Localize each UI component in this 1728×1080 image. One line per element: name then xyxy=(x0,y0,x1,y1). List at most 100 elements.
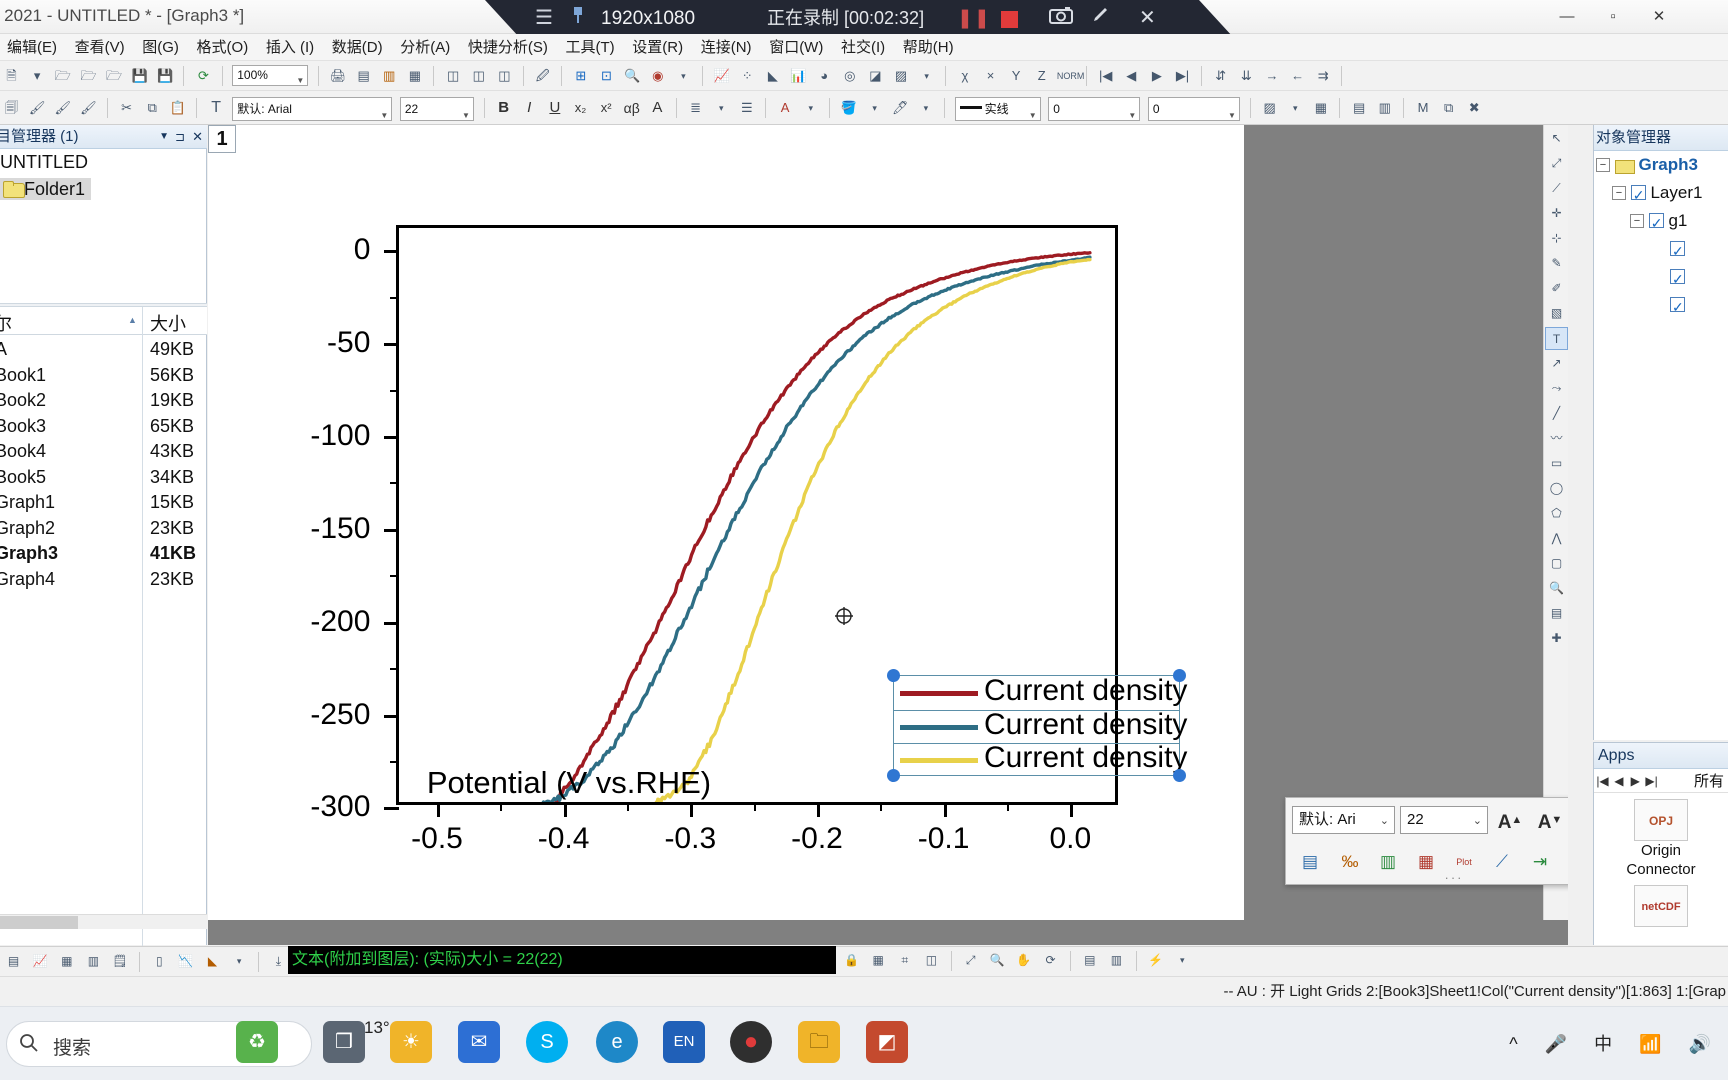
zoom-fit-icon[interactable]: 🔍 xyxy=(987,949,1008,972)
move-left-icon[interactable]: ← xyxy=(1287,64,1308,88)
pattern-combo[interactable]: 0 ▼ xyxy=(1147,97,1240,121)
next-frame-icon[interactable]: ▶ xyxy=(1146,64,1167,88)
matrix-icon[interactable]: M xyxy=(1413,96,1434,120)
close-icon[interactable]: ✕ xyxy=(192,125,203,149)
apps-next-page-icon[interactable]: ▶ xyxy=(1629,769,1642,793)
legend-entry[interactable]: Current density xyxy=(894,708,1187,744)
italic-button[interactable]: I xyxy=(519,96,540,120)
rescale-icon[interactable]: ⤢ xyxy=(960,949,981,972)
menu-item-graph[interactable]: 图(G) xyxy=(135,34,186,61)
freehand-tool-icon[interactable]: 〰 xyxy=(1545,427,1568,450)
arrange-icon[interactable]: ▥ xyxy=(1106,949,1127,972)
line-tool-icon[interactable]: ⟋ xyxy=(1486,846,1518,878)
layer-icon[interactable]: ◫ xyxy=(921,949,942,972)
list-item-selected[interactable]: Graph3 41KB xyxy=(0,541,207,567)
ime-mode-icon[interactable]: 中 xyxy=(1583,1020,1623,1068)
object-node-plot-2[interactable] xyxy=(1594,263,1728,293)
text-tool-icon[interactable]: T xyxy=(206,96,227,120)
apply-format-icon[interactable]: 🖌 xyxy=(52,96,73,120)
align-text-icon[interactable]: ≣ xyxy=(685,96,706,120)
taskbar-file-explorer[interactable]: 🗀 xyxy=(790,1014,848,1072)
chevron-down-icon[interactable]: ▾ xyxy=(229,950,250,973)
volume-icon[interactable]: 🔊 xyxy=(1678,1020,1722,1068)
column-plot-icon[interactable]: 📊 xyxy=(788,64,809,88)
taskbar-mail[interactable]: ✉ xyxy=(450,1014,508,1072)
more-options-icon[interactable]: ▾ xyxy=(1172,949,1193,972)
table-icon[interactable]: ▦ xyxy=(404,64,425,88)
resize-handle-bottom-right[interactable] xyxy=(1173,769,1186,782)
list-item[interactable]: Book3 65KB xyxy=(0,414,207,440)
apps-prev-page-icon[interactable]: ◀ xyxy=(1612,769,1625,793)
stack-icon[interactable]: ▤ xyxy=(1079,949,1100,972)
expander-icon[interactable]: − xyxy=(1630,214,1644,228)
list-item[interactable]: Graph4 23KB xyxy=(0,567,207,593)
indent-icon[interactable]: ⇥ xyxy=(1524,846,1556,878)
taskbar-recycle-bin[interactable]: ♻ xyxy=(228,1014,286,1072)
recorder-pause-button[interactable]: ❚❚ xyxy=(957,0,991,37)
visibility-checkbox[interactable] xyxy=(1670,293,1685,321)
import-icon[interactable]: 🗁 xyxy=(104,64,125,88)
chevron-down-icon[interactable]: ▾ xyxy=(915,96,936,120)
x-axis-title[interactable]: Potential (V vs.RHE) xyxy=(427,765,711,801)
menu-item-edit[interactable]: 编辑(E) xyxy=(0,34,64,61)
line-color-icon[interactable]: 🖊 xyxy=(890,96,911,120)
camera-icon[interactable] xyxy=(1049,0,1073,37)
prev-frame-icon[interactable]: ◀ xyxy=(1121,64,1142,88)
arrow-tool-icon[interactable]: ↗ xyxy=(1545,352,1568,375)
chevron-down-icon[interactable]: ▼ xyxy=(159,125,169,149)
area-plot-small-icon[interactable]: ◣ xyxy=(202,950,223,973)
align-columns-icon[interactable]: ⇊ xyxy=(1236,64,1257,88)
horizontal-scrollbar[interactable] xyxy=(0,914,207,929)
menu-item-data[interactable]: 数据(D) xyxy=(325,34,390,61)
import-data-icon[interactable]: ⤓ xyxy=(268,950,289,973)
data-selector-icon[interactable]: ⟋ xyxy=(1545,177,1568,200)
cut-icon[interactable]: ✂ xyxy=(116,96,137,120)
line-plot-icon[interactable]: 📈 xyxy=(711,64,732,88)
column-header-size[interactable]: 大小 xyxy=(150,310,186,336)
increase-font-size-button[interactable]: A▲ xyxy=(1494,804,1526,836)
chevron-down-icon[interactable]: ▾ xyxy=(1285,96,1306,120)
chevron-down-icon[interactable]: ▾ xyxy=(800,96,821,120)
insert-graph-icon[interactable]: ▥ xyxy=(1372,846,1404,878)
menu-item-insert[interactable]: 插入 (I) xyxy=(259,34,321,61)
duplicate-icon[interactable]: ▥ xyxy=(379,64,400,88)
menu-item-tools[interactable]: 工具(T) xyxy=(559,34,622,61)
clear-object-icon[interactable]: ✖ xyxy=(1464,96,1485,120)
app-netcdf[interactable]: netCDF xyxy=(1594,885,1728,927)
bullets-icon[interactable]: ☰ xyxy=(736,96,757,120)
lock-icon[interactable]: 🔒 xyxy=(841,949,862,972)
tray-expand-icon[interactable]: ^ xyxy=(1498,1020,1528,1068)
list-item[interactable]: Book4 43KB xyxy=(0,439,207,465)
annotation-tool-icon[interactable]: ✎ xyxy=(1545,252,1568,275)
greek-times-icon[interactable]: × xyxy=(980,64,1001,88)
maximize-button[interactable]: ▫ xyxy=(1590,0,1636,34)
scrollbar-thumb[interactable] xyxy=(0,916,78,929)
list-item[interactable]: Book5 34KB xyxy=(0,465,207,491)
settings-gear-icon[interactable]: ⚙ xyxy=(1562,846,1568,878)
special-character-icon[interactable]: ‰ xyxy=(1334,846,1366,878)
greek-upsilon-icon[interactable]: Υ xyxy=(1006,64,1027,88)
font-color-icon[interactable]: A xyxy=(775,96,796,120)
refresh-icon[interactable]: ⟳ xyxy=(193,64,214,88)
norm-icon[interactable]: NORM xyxy=(1057,64,1085,88)
image-plot-icon[interactable]: ▨ xyxy=(891,64,912,88)
text-tool-icon-active[interactable]: T xyxy=(1545,327,1568,350)
chevron-down-icon[interactable]: ▾ xyxy=(864,96,885,120)
object-node-graph3[interactable]: − Graph3 xyxy=(1594,151,1728,179)
scatter-plot-icon[interactable]: ⁘ xyxy=(737,64,758,88)
taskbar-screen-recorder[interactable]: ● xyxy=(722,1014,780,1072)
plot-area[interactable]: 0 -50 -100 -150 -200 -250 -300 -0.5 -0.4… xyxy=(310,225,1187,855)
polyline-tool-icon[interactable]: ⋀ xyxy=(1545,527,1568,550)
font-family-combo[interactable]: 默认: Arial ▼ xyxy=(232,97,393,121)
visibility-checkbox[interactable] xyxy=(1670,265,1685,293)
merge-layer-icon[interactable]: ◫ xyxy=(494,64,515,88)
recorder-pin-icon[interactable] xyxy=(571,0,585,37)
contour-plot-icon[interactable]: ◎ xyxy=(839,64,860,88)
close-button[interactable]: ✕ xyxy=(1636,0,1682,34)
pointer-tool-icon[interactable]: ↖ xyxy=(1545,127,1568,150)
menu-item-connectivity[interactable]: 连接(N) xyxy=(694,34,759,61)
surface-plot-icon[interactable]: ◪ xyxy=(865,64,886,88)
taskbar-edge[interactable]: e xyxy=(588,1014,646,1072)
area-plot-icon[interactable]: ◣ xyxy=(762,64,783,88)
zoom-combo[interactable]: 100% ▼ xyxy=(232,65,309,86)
